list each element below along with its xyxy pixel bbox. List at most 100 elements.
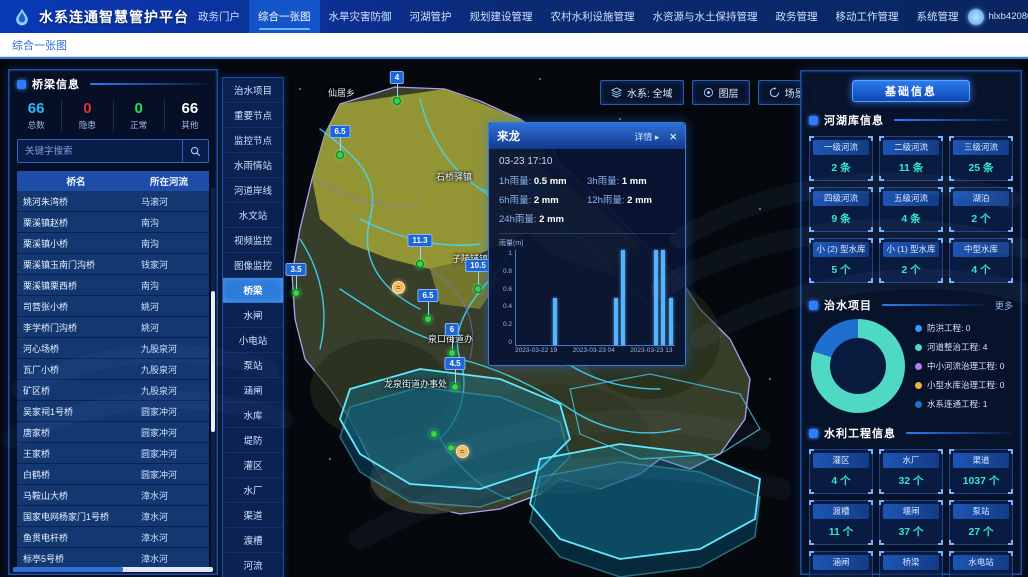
marker-value-badge[interactable]: 6 bbox=[445, 323, 459, 336]
marker-value-badge[interactable]: 11.3 bbox=[407, 234, 432, 247]
table-row[interactable]: 瓦厂小桥 九股泉河 bbox=[17, 359, 209, 380]
info-card[interactable]: 小 (2) 型水库 5 个 bbox=[809, 238, 873, 283]
layer-menu-item[interactable]: 灌区 bbox=[223, 453, 283, 478]
marker-value-badge[interactable]: 6.5 bbox=[417, 289, 438, 302]
nav-item[interactable]: 河湖管护 bbox=[401, 0, 461, 33]
close-icon[interactable]: × bbox=[669, 130, 677, 143]
info-card[interactable]: 堰闸 37 个 bbox=[879, 500, 943, 545]
marker-pin-icon[interactable] bbox=[451, 383, 459, 391]
table-row[interactable]: 李学桥门沟桥 姚河 bbox=[17, 317, 209, 338]
layers-button[interactable]: 图层 bbox=[692, 80, 750, 105]
map-pin-icon[interactable] bbox=[447, 444, 455, 452]
table-row[interactable]: 标亭5号桥 漳水河 bbox=[17, 548, 209, 569]
table-row[interactable]: 白鹤桥 圆家冲河 bbox=[17, 464, 209, 485]
table-row[interactable]: 鱼贯电杆桥 漳水河 bbox=[17, 527, 209, 548]
info-card[interactable]: 渠道 1037 个 bbox=[949, 449, 1013, 494]
table-row[interactable]: 河心场桥 九股泉河 bbox=[17, 338, 209, 359]
table-row[interactable]: 马鞍山大桥 漳水河 bbox=[17, 485, 209, 506]
nav-item[interactable]: 规划建设管理 bbox=[461, 0, 542, 33]
info-card[interactable]: 小 (1) 型水库 2 个 bbox=[879, 238, 943, 283]
marker-value-badge[interactable]: 4.5 bbox=[444, 357, 465, 370]
table-row[interactable]: 栗溪镇栗西桥 南沟 bbox=[17, 275, 209, 296]
marker-pin-icon[interactable] bbox=[424, 315, 432, 323]
table-row[interactable]: 姚河朱湾桥 马滚河 bbox=[17, 191, 209, 212]
popup-detail-link[interactable]: 详情 ▸ bbox=[634, 130, 659, 143]
layer-menu-item[interactable]: 治水项目 bbox=[223, 78, 283, 103]
marker-pin-icon[interactable] bbox=[448, 349, 456, 357]
info-card[interactable]: 二级河流 11 条 bbox=[879, 136, 943, 181]
info-card[interactable]: 五级河流 4 条 bbox=[879, 187, 943, 232]
water-system-selector[interactable]: 水系: 全域 bbox=[600, 80, 684, 105]
layer-menu-item[interactable]: 小电站 bbox=[223, 328, 283, 353]
layer-menu-item[interactable]: 水厂 bbox=[223, 478, 283, 503]
info-card[interactable]: 涵闸 47 个 bbox=[809, 551, 873, 577]
vertical-scrollbar[interactable] bbox=[211, 188, 215, 570]
map-pin-icon[interactable] bbox=[430, 430, 438, 438]
nav-item[interactable]: 系统管理 bbox=[908, 0, 968, 33]
map-canvas[interactable]: 仙居乡 石桥驿镇 子陵铺镇 泉口街道办 龙泉街道办事处 4 6.5 bbox=[0, 57, 1028, 577]
info-card[interactable]: 一级河流 2 条 bbox=[809, 136, 873, 181]
table-row[interactable]: 司营张小桥 姚河 bbox=[17, 296, 209, 317]
marker-pin-icon[interactable] bbox=[474, 285, 482, 293]
layer-menu-item[interactable]: 监控节点 bbox=[223, 128, 283, 153]
layer-menu-item[interactable]: 重要节点 bbox=[223, 103, 283, 128]
layer-menu-item[interactable]: 渡槽 bbox=[223, 528, 283, 553]
user-menu[interactable]: hlxb42080261 ▾ bbox=[968, 9, 1028, 25]
table-row[interactable]: 王家桥 圆家冲河 bbox=[17, 443, 209, 464]
table-row[interactable]: 唐家桥 圆家冲河 bbox=[17, 422, 209, 443]
nav-item[interactable]: 政务门户 bbox=[189, 0, 249, 33]
marker-pin-icon[interactable] bbox=[292, 289, 300, 297]
table-row[interactable]: 国家电网杨家门1号桥 漳水河 bbox=[17, 506, 209, 527]
info-card[interactable]: 渡槽 11 个 bbox=[809, 500, 873, 545]
marker-pin-icon[interactable] bbox=[393, 97, 401, 105]
layer-menu-item[interactable]: 图像监控 bbox=[223, 253, 283, 278]
layer-menu-item[interactable]: 水闸 bbox=[223, 303, 283, 328]
layer-menu-item[interactable]: 水雨情站 bbox=[223, 153, 283, 178]
layer-menu-item[interactable]: 桥梁 bbox=[223, 278, 283, 303]
marker-value-badge[interactable]: 4 bbox=[390, 71, 404, 84]
nav-item[interactable]: 综合一张图 bbox=[249, 0, 320, 33]
info-card[interactable]: 灌区 4 个 bbox=[809, 449, 873, 494]
basic-info-button[interactable]: 基础信息 bbox=[852, 80, 970, 102]
nav-item[interactable]: 水资源与水土保持管理 bbox=[644, 0, 767, 33]
table-row[interactable]: 栗溪镇玉南门沟桥 钱家河 bbox=[17, 254, 209, 275]
info-card[interactable]: 四级河流 9 条 bbox=[809, 187, 873, 232]
table-row[interactable]: 栗溪镇小桥 南沟 bbox=[17, 233, 209, 254]
layer-menu-item[interactable]: 水库 bbox=[223, 403, 283, 428]
info-card[interactable]: 泵站 27 个 bbox=[949, 500, 1013, 545]
layer-menu-item[interactable]: 河道岸线 bbox=[223, 178, 283, 203]
marker-value-badge[interactable]: 6.5 bbox=[329, 125, 350, 138]
table-row[interactable]: 栗溪镇赵桥 南沟 bbox=[17, 212, 209, 233]
marker-pin-icon[interactable] bbox=[416, 260, 424, 268]
breadcrumb[interactable]: 综合一张图 bbox=[12, 37, 67, 53]
layer-menu-item[interactable]: 视频监控 bbox=[223, 228, 283, 253]
horizontal-scrollbar[interactable] bbox=[13, 567, 213, 572]
station-icon[interactable]: ≈ bbox=[392, 281, 405, 294]
layer-menu-item[interactable]: 堤防 bbox=[223, 428, 283, 453]
info-card[interactable]: 水电站 3 个 bbox=[949, 551, 1013, 577]
marker-value-badge[interactable]: 3.5 bbox=[285, 263, 306, 276]
layer-menu-item[interactable]: 泵站 bbox=[223, 353, 283, 378]
search-input[interactable] bbox=[18, 140, 182, 162]
nav-item[interactable]: 移动工作管理 bbox=[827, 0, 908, 33]
table-row[interactable]: 矿区桥 九股泉河 bbox=[17, 380, 209, 401]
nav-item[interactable]: 政务管理 bbox=[767, 0, 827, 33]
marker-value-badge[interactable]: 10.5 bbox=[465, 259, 491, 272]
layer-menu-item[interactable]: 涵闸 bbox=[223, 378, 283, 403]
info-card[interactable]: 三级河流 25 条 bbox=[949, 136, 1013, 181]
info-card[interactable]: 湖泊 2 个 bbox=[949, 187, 1013, 232]
info-card[interactable]: 中型水库 4 个 bbox=[949, 238, 1013, 283]
layer-menu-item[interactable]: 渠道 bbox=[223, 503, 283, 528]
layer-menu-item[interactable]: 河流 bbox=[223, 553, 283, 577]
station-icon[interactable]: ≈ bbox=[456, 445, 469, 458]
table-row[interactable]: 吴家祠1号桥 圆家冲河 bbox=[17, 401, 209, 422]
search-button[interactable] bbox=[182, 140, 208, 162]
info-card[interactable]: 水厂 32 个 bbox=[879, 449, 943, 494]
more-link[interactable]: 更多 bbox=[995, 299, 1013, 312]
layer-menu-item[interactable]: 水文站 bbox=[223, 203, 283, 228]
marker-pin-icon[interactable] bbox=[336, 151, 344, 159]
scrollbar-thumb[interactable] bbox=[13, 567, 123, 572]
nav-item[interactable]: 农村水利设施管理 bbox=[542, 0, 644, 33]
nav-item[interactable]: 水旱灾害防御 bbox=[320, 0, 401, 33]
scrollbar-thumb[interactable] bbox=[211, 291, 215, 432]
